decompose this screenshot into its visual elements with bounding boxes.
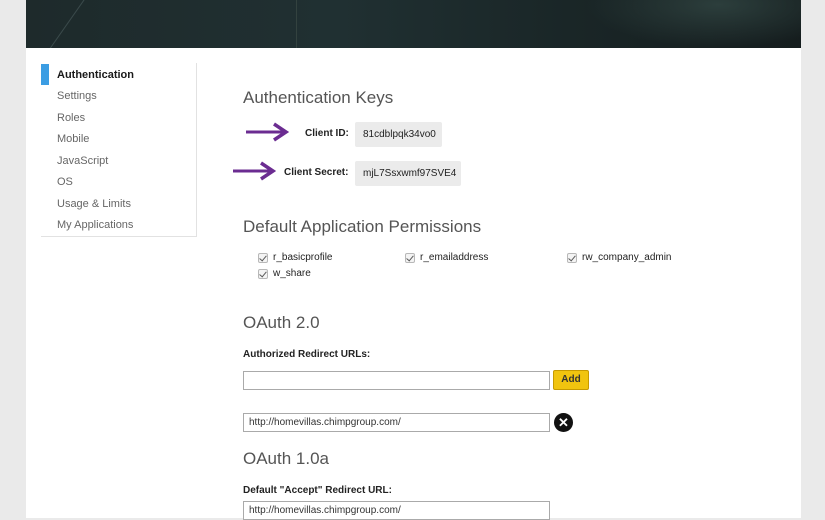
checkbox-checked[interactable] [405, 252, 415, 263]
checkbox-checked[interactable] [258, 268, 268, 279]
close-circle-icon[interactable]: ✕ [554, 413, 573, 432]
client-id-label: Client ID: [305, 128, 349, 139]
sidebar-item-usage-limits[interactable]: Usage & Limits [57, 198, 131, 210]
arrow-right-icon [246, 122, 290, 142]
sidebar-item-roles[interactable]: Roles [57, 112, 85, 124]
sidebar-item-os[interactable]: OS [57, 176, 73, 188]
auth-keys-heading: Authentication Keys [243, 88, 394, 107]
permission-rw-company-admin[interactable]: rw_company_admin [567, 252, 672, 263]
permission-label: r_basicprofile [273, 252, 333, 263]
sidebar: Authentication Settings Roles Mobile Jav… [41, 63, 197, 237]
sidebar-item-my-applications[interactable]: My Applications [57, 219, 133, 231]
permissions-heading: Default Application Permissions [243, 217, 482, 236]
checkbox-checked[interactable] [567, 252, 577, 263]
redirect-urls-label: Authorized Redirect URLs: [243, 349, 371, 360]
client-secret-value: mjL7Ssxwmf97SVE4 [355, 161, 461, 186]
top-banner [26, 0, 801, 48]
redirect-url-input[interactable] [243, 371, 550, 390]
active-indicator [41, 64, 49, 85]
permission-r-emailaddress[interactable]: r_emailaddress [405, 252, 488, 263]
sidebar-item-mobile[interactable]: Mobile [57, 133, 89, 145]
accept-redirect-url-label: Default "Accept" Redirect URL: [243, 485, 392, 496]
accept-redirect-url-input[interactable] [243, 501, 550, 520]
permission-label: r_emailaddress [420, 252, 489, 263]
client-id-value: 81cdblpqk34vo0 [355, 122, 442, 147]
add-button[interactable]: Add [553, 370, 589, 390]
sidebar-item-javascript[interactable]: JavaScript [57, 155, 108, 167]
sidebar-item-settings[interactable]: Settings [57, 90, 97, 102]
oauth1-heading: OAuth 1.0a [243, 449, 330, 468]
client-secret-label: Client Secret: [284, 167, 349, 178]
permission-label: rw_company_admin [582, 252, 672, 263]
sidebar-item-authentication[interactable]: Authentication [57, 69, 134, 81]
permission-r-basicprofile[interactable]: r_basicprofile [258, 252, 332, 263]
oauth2-heading: OAuth 2.0 [243, 313, 320, 332]
saved-redirect-url-field[interactable] [243, 413, 550, 432]
permission-label: w_share [273, 268, 311, 279]
permission-w-share[interactable]: w_share [258, 268, 311, 279]
arrow-right-icon [233, 161, 277, 181]
checkbox-checked[interactable] [258, 252, 268, 263]
